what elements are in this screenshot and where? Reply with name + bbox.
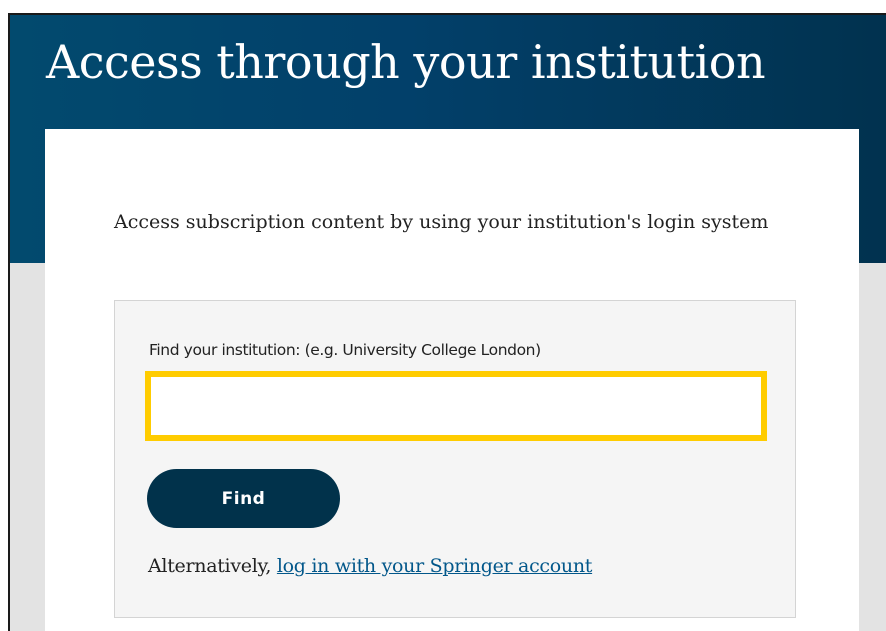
intro-text: Access subscription content by using you…: [114, 211, 769, 233]
access-card: Access subscription content by using you…: [45, 129, 859, 631]
page-title: Access through your institution: [46, 35, 766, 89]
springer-login-link[interactable]: log in with your Springer account: [277, 555, 593, 577]
page-frame: Access through your institution Access s…: [8, 13, 886, 631]
institution-finder: Find your institution: (e.g. University …: [114, 300, 796, 618]
institution-field-label: Find your institution: (e.g. University …: [149, 341, 541, 359]
institution-search-input[interactable]: [145, 371, 767, 441]
alternative-login-text: Alternatively, log in with your Springer…: [148, 555, 592, 577]
alternative-prefix: Alternatively,: [148, 555, 277, 577]
find-button[interactable]: Find: [147, 469, 340, 528]
